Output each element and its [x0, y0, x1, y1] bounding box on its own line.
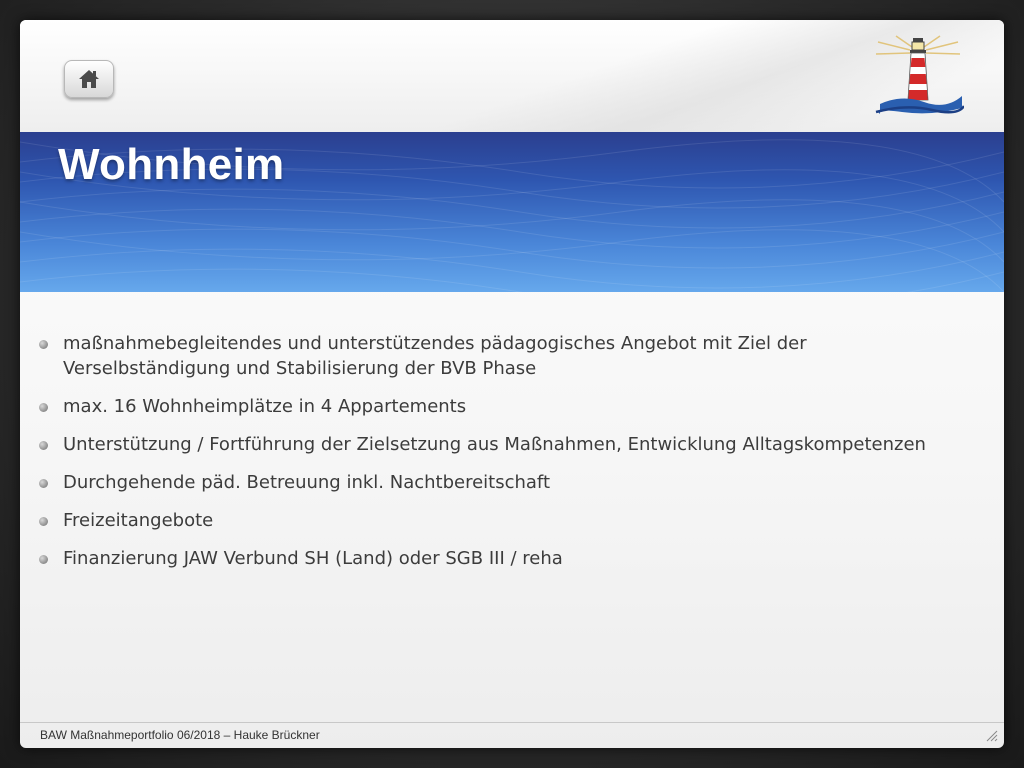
- list-item: Freizeitangebote: [38, 508, 958, 533]
- bullet-dot-icon: [39, 517, 48, 526]
- bullet-dot-icon: [39, 441, 48, 450]
- list-item: max. 16 Wohnheimplätze in 4 Appartements: [38, 394, 958, 419]
- slide-title: Wohnheim: [58, 140, 285, 189]
- bullet-dot-icon: [39, 555, 48, 564]
- list-item: Unterstützung / Fortführung der Zielsetz…: [38, 432, 958, 457]
- resize-grip-icon[interactable]: [986, 730, 998, 742]
- list-item: Finanzierung JAW Verbund SH (Land) oder …: [38, 546, 958, 571]
- title-banner: Wohnheim: [20, 132, 1004, 292]
- slide-header-area: [20, 20, 1004, 132]
- bullet-list: maßnahmebegleitendes und unterstützendes…: [38, 331, 958, 584]
- slide-footer: BAW Maßnahmeportfolio 06/2018 – Hauke Br…: [40, 728, 320, 742]
- bullet-text: Unterstützung / Fortführung der Zielsetz…: [63, 434, 926, 455]
- lighthouse-logo: [875, 35, 964, 114]
- bullet-dot-icon: [39, 479, 48, 488]
- home-icon: [79, 70, 99, 88]
- list-item: Durchgehende päd. Betreuung inkl. Nachtb…: [38, 470, 958, 495]
- bullet-dot-icon: [39, 403, 48, 412]
- bullet-text: Freizeitangebote: [63, 510, 214, 531]
- bullet-text: maßnahmebegleitendes und unterstützendes…: [63, 333, 807, 379]
- footer-divider: [20, 722, 1004, 723]
- bullet-dot-icon: [39, 340, 48, 349]
- bullet-text: max. 16 Wohnheimplätze in 4 Appartements: [63, 396, 467, 417]
- bullet-text: Finanzierung JAW Verbund SH (Land) oder …: [63, 548, 563, 569]
- bullet-text: Durchgehende päd. Betreuung inkl. Nachtb…: [63, 472, 551, 493]
- home-button[interactable]: [64, 60, 114, 98]
- list-item: maßnahmebegleitendes und unterstützendes…: [38, 331, 958, 381]
